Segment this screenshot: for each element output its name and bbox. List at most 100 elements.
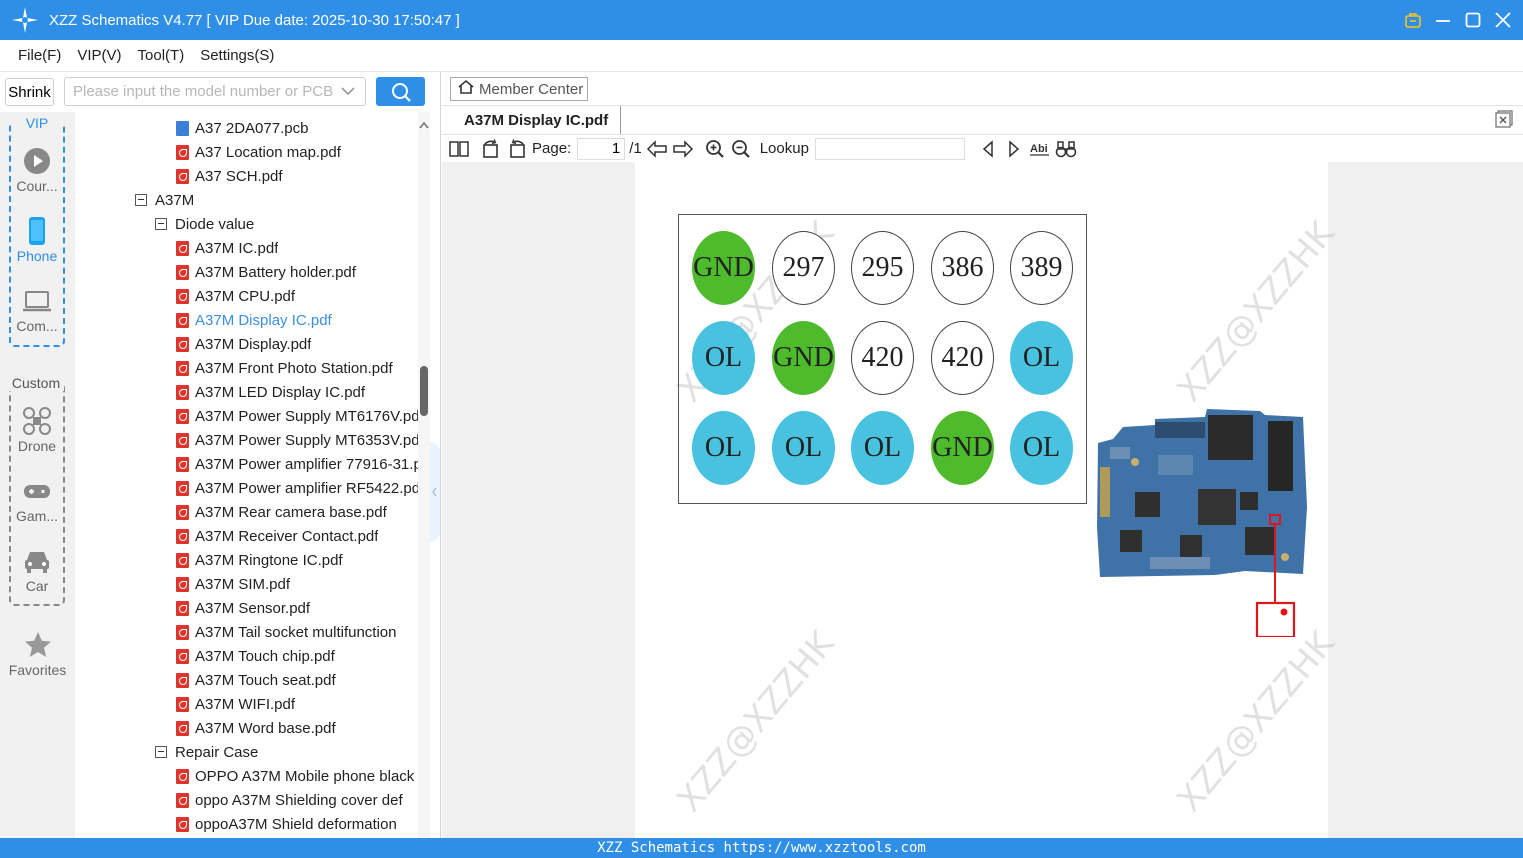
left-panel: Shrink VIP Cour... Phone bbox=[0, 72, 441, 838]
tree-file[interactable]: oppoA37M Shield deformation bbox=[176, 812, 418, 836]
tree-file[interactable]: A37M Front Photo Station.pdf bbox=[176, 356, 418, 380]
rotate-right-icon[interactable] bbox=[506, 138, 528, 160]
tree-file[interactable]: A37 Location map.pdf bbox=[176, 140, 418, 164]
tree-scrollbar[interactable] bbox=[418, 112, 430, 838]
category-label: Com... bbox=[16, 318, 58, 334]
tree-file[interactable]: A37M CPU.pdf bbox=[176, 284, 418, 308]
diode-value-cell: 386 bbox=[931, 231, 994, 305]
page-number-input[interactable] bbox=[577, 137, 626, 160]
tree-folder[interactable]: Diode value bbox=[155, 212, 418, 236]
category-label: Car bbox=[25, 578, 49, 594]
pdf-viewer[interactable]: XZZ@XZZHK XZZ@XZZHK XZZ@XZZHK XZZ@XZZHK … bbox=[442, 162, 1523, 838]
tree-file[interactable]: A37M Power Supply MT6176V.pdf bbox=[176, 404, 418, 428]
vip-bag-icon[interactable] bbox=[1403, 10, 1423, 30]
two-page-view-icon[interactable] bbox=[448, 138, 470, 160]
tree-item-label: A37M bbox=[155, 191, 195, 209]
search-button[interactable] bbox=[376, 77, 425, 106]
tree-file[interactable]: oppo A37M Shielding cover def bbox=[176, 788, 418, 812]
tab-title: A37M Display IC.pdf bbox=[464, 111, 609, 129]
collapse-toggle-icon[interactable] bbox=[155, 218, 167, 230]
binoculars-icon[interactable] bbox=[1055, 138, 1077, 160]
menu-tool[interactable]: Tool(T) bbox=[138, 47, 185, 64]
tree-file[interactable]: A37 SCH.pdf bbox=[176, 164, 418, 188]
menu-settings[interactable]: Settings(S) bbox=[200, 47, 274, 64]
tree-item-label: OPPO A37M Mobile phone black bbox=[195, 767, 415, 785]
pdf-file-icon bbox=[176, 792, 189, 808]
collapse-toggle-icon[interactable] bbox=[155, 746, 167, 758]
tree-file[interactable]: A37M Power amplifier RF5422.pdf bbox=[176, 476, 418, 500]
tree-item-label: A37M Display.pdf bbox=[195, 335, 312, 353]
member-center-label: Member Center bbox=[479, 80, 584, 98]
tree-item-label: A37M WIFI.pdf bbox=[195, 695, 296, 713]
collapse-toggle-icon[interactable] bbox=[135, 194, 147, 206]
menu-vip[interactable]: VIP(V) bbox=[77, 47, 121, 64]
tree-file[interactable]: A37M Touch chip.pdf bbox=[176, 644, 418, 668]
diode-value-cell: 297 bbox=[772, 231, 835, 305]
tree-file[interactable]: A37M Word base.pdf bbox=[176, 716, 418, 740]
tree-file[interactable]: A37M Receiver Contact.pdf bbox=[176, 524, 418, 548]
tree-file[interactable]: A37M IC.pdf bbox=[176, 236, 418, 260]
tree-file[interactable]: A37M Ringtone IC.pdf bbox=[176, 548, 418, 572]
scrollbar-thumb[interactable] bbox=[420, 366, 428, 416]
pdf-file-icon bbox=[176, 360, 189, 376]
find-next-icon[interactable] bbox=[1003, 138, 1025, 160]
favorites-button[interactable]: Favorites bbox=[0, 630, 75, 678]
maximize-button[interactable] bbox=[1463, 10, 1483, 30]
status-text: XZZ Schematics https://www.xzztools.com bbox=[597, 840, 926, 856]
collapse-panel-handle[interactable] bbox=[430, 442, 440, 542]
tree-file[interactable]: A37M Battery holder.pdf bbox=[176, 260, 418, 284]
zoom-in-icon[interactable] bbox=[704, 138, 726, 160]
lookup-input[interactable] bbox=[814, 137, 965, 160]
tree-folder[interactable]: A37M bbox=[135, 188, 418, 212]
pdf-file-icon bbox=[176, 168, 189, 184]
tree-file[interactable]: A37M Display.pdf bbox=[176, 332, 418, 356]
tab-document[interactable]: A37M Display IC.pdf bbox=[452, 106, 622, 134]
pdf-file-icon bbox=[176, 408, 189, 424]
tree-item-label: A37M Word base.pdf bbox=[195, 719, 336, 737]
chevron-down-icon[interactable] bbox=[340, 84, 356, 98]
scroll-up-icon[interactable] bbox=[419, 116, 429, 129]
pdf-file-icon bbox=[176, 552, 189, 568]
category-car[interactable]: Car bbox=[11, 546, 63, 594]
tree-file[interactable]: A37M Rear camera base.pdf bbox=[176, 500, 418, 524]
tree-file[interactable]: A37M Touch seat.pdf bbox=[176, 668, 418, 692]
page-total: /1 bbox=[629, 140, 642, 157]
tree-file[interactable]: OPPO A37M Mobile phone black bbox=[176, 764, 418, 788]
prev-page-icon[interactable] bbox=[646, 138, 668, 160]
category-course[interactable]: Cour... bbox=[11, 146, 63, 194]
tree-file[interactable]: A37M Power Supply MT6353V.pdf bbox=[176, 428, 418, 452]
zoom-out-icon[interactable] bbox=[730, 138, 752, 160]
minimize-button[interactable] bbox=[1433, 10, 1453, 30]
shrink-button[interactable]: Shrink bbox=[5, 78, 54, 106]
rotate-left-icon[interactable] bbox=[480, 138, 502, 160]
category-game[interactable]: Gam... bbox=[11, 476, 63, 524]
member-center-button[interactable]: Member Center bbox=[450, 77, 588, 101]
match-case-icon[interactable]: Abi bbox=[1029, 138, 1051, 160]
tree-file[interactable]: A37M Power amplifier 77916-31.pdf bbox=[176, 452, 418, 476]
tree-file[interactable]: A37M Tail socket multifunction bbox=[176, 620, 418, 644]
vip-group-label: VIP bbox=[11, 115, 63, 131]
next-page-icon[interactable] bbox=[672, 138, 694, 160]
close-tab-icon[interactable] bbox=[1495, 110, 1513, 128]
tree-file[interactable]: A37M WIFI.pdf bbox=[176, 692, 418, 716]
phone-icon bbox=[22, 216, 52, 246]
category-phone[interactable]: Phone bbox=[11, 216, 63, 264]
tree-file[interactable]: A37M Sensor.pdf bbox=[176, 596, 418, 620]
category-drone[interactable]: Drone bbox=[11, 406, 63, 454]
tree-file[interactable]: A37 2DA077.pcb bbox=[176, 116, 418, 140]
window-title: XZZ Schematics V4.77 [ VIP Due date: 202… bbox=[49, 11, 460, 29]
tree-folder[interactable]: Repair Case bbox=[155, 740, 418, 764]
tree-file[interactable]: A37M LED Display IC.pdf bbox=[176, 380, 418, 404]
pdf-file-icon bbox=[176, 504, 189, 520]
tree-file[interactable]: A37M SIM.pdf bbox=[176, 572, 418, 596]
close-button[interactable] bbox=[1493, 10, 1513, 30]
find-previous-icon[interactable] bbox=[977, 138, 999, 160]
tree-file[interactable]: A37M Display IC.pdf bbox=[176, 308, 418, 332]
watermark-text: XZZ@XZZHK bbox=[1169, 624, 1343, 820]
vip-category-group: VIP Cour... Phone Com... bbox=[9, 115, 65, 347]
tree-item-label: Repair Case bbox=[175, 743, 259, 761]
search-input[interactable] bbox=[64, 77, 366, 106]
category-computer[interactable]: Com... bbox=[11, 286, 63, 334]
diode-value-cell: OL bbox=[851, 411, 914, 485]
menu-file[interactable]: File(F) bbox=[18, 47, 61, 64]
